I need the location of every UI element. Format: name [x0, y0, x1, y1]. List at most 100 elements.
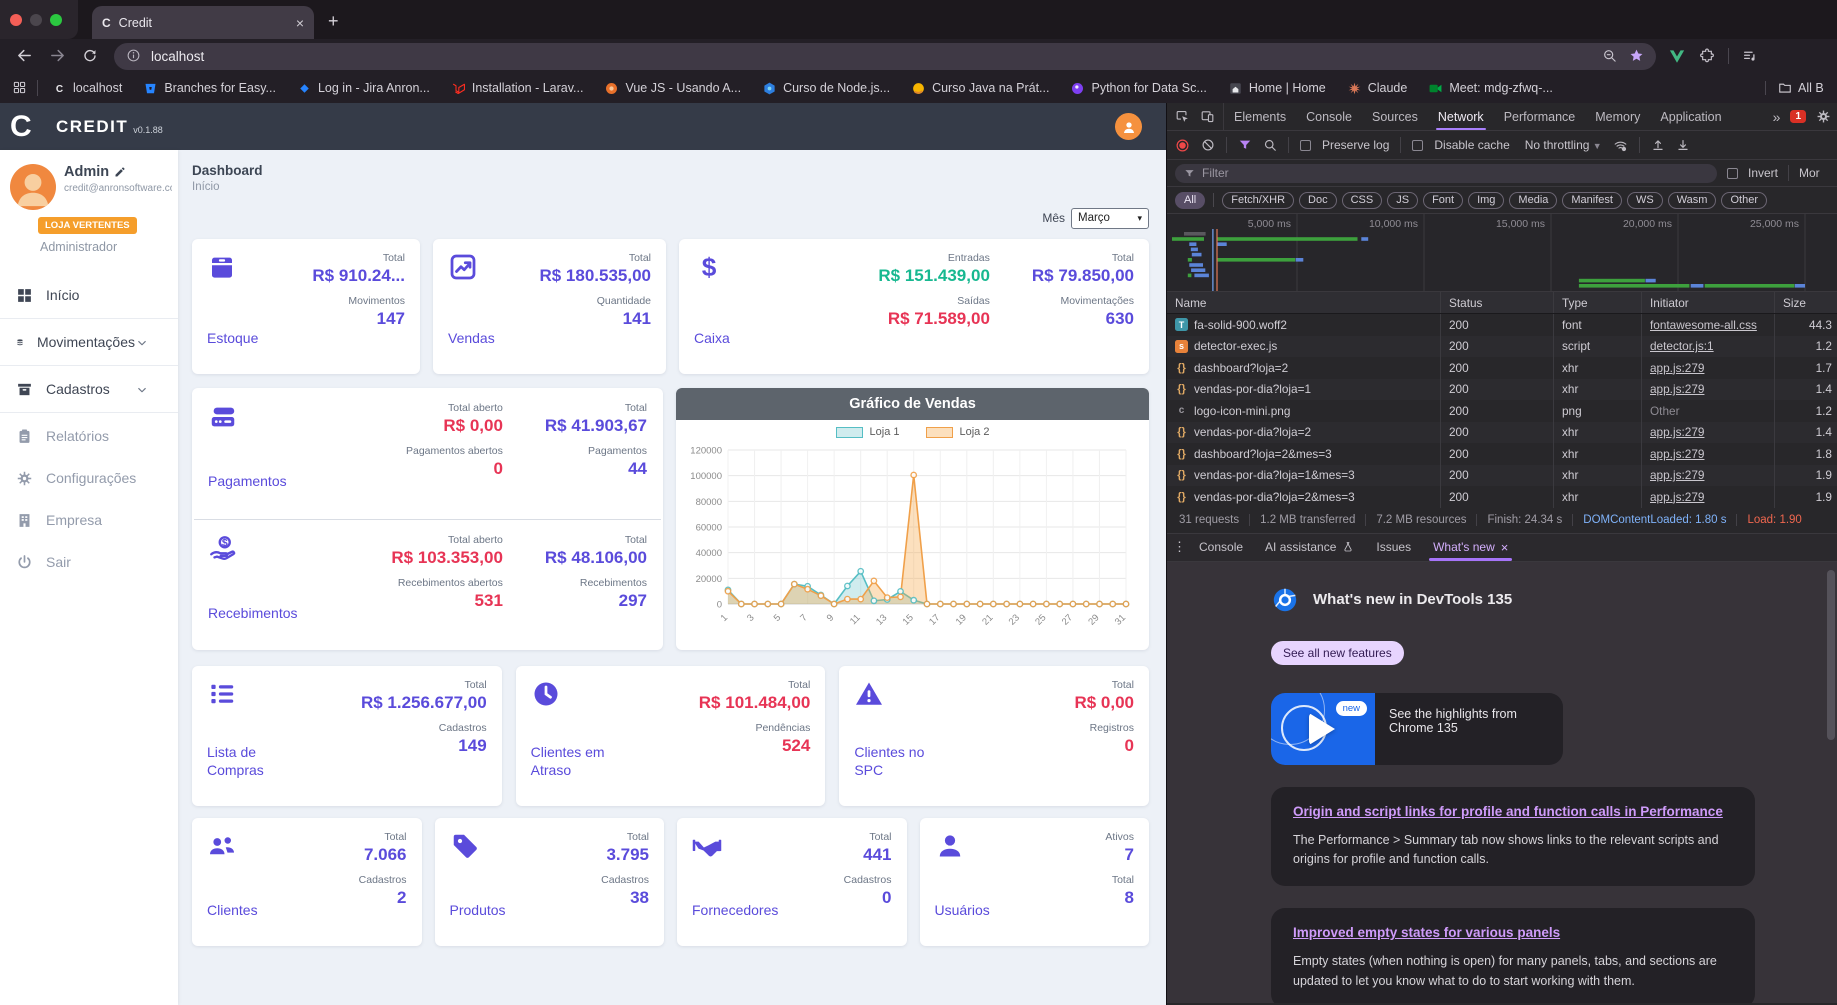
request-initiator[interactable]: app.js:279	[1650, 425, 1704, 439]
request-initiator[interactable]: app.js:279	[1650, 468, 1704, 482]
card-caixa[interactable]: $ Caixa Entradas R$ 151.439,00 Saídas R$ 71.5…	[679, 239, 1149, 374]
request-initiator[interactable]: app.js:279	[1650, 447, 1704, 461]
more-tabs-icon[interactable]: »	[1773, 109, 1781, 125]
request-row[interactable]: {} vendas-por-dia?loja=2 200 xhr app.js:279 1…	[1167, 421, 1837, 443]
clear-network-log-icon[interactable]	[1201, 138, 1215, 153]
sidebar-item-movimentacoes[interactable]: Movimentações	[0, 321, 178, 363]
bookmark-item[interactable]: Claude	[1347, 81, 1407, 96]
scrollbar-thumb[interactable]	[1827, 569, 1835, 740]
drawer-tab-console[interactable]: Console	[1189, 534, 1253, 561]
more-filters-label[interactable]: Mor	[1799, 166, 1829, 180]
card-pagamentos[interactable]: Pagamentos Total aberto R$ 0,00 Pagamentos …	[192, 388, 663, 519]
bookmark-item[interactable]: Clocalhost	[52, 81, 122, 96]
card-fornecedores[interactable]: Fornecedores Total 441 Cadastros 0	[677, 818, 907, 946]
chip-js[interactable]: JS	[1387, 191, 1419, 209]
section-heading-link[interactable]: Origin and script links for profile and …	[1293, 804, 1733, 819]
devtools-tab-performance[interactable]: Performance	[1494, 103, 1586, 130]
bookmark-star-icon[interactable]	[1629, 47, 1644, 65]
request-initiator[interactable]: fontawesome-all.css	[1650, 318, 1757, 332]
device-toolbar-icon[interactable]	[1200, 109, 1215, 124]
forward-icon[interactable]	[49, 47, 66, 65]
chip-doc[interactable]: Doc	[1299, 191, 1337, 209]
back-icon[interactable]	[16, 47, 33, 65]
card-clientes-no-spc[interactable]: Clientes no SPC Total R$ 0,00 Registros 0	[839, 666, 1149, 806]
reload-icon[interactable]	[82, 47, 98, 65]
sidebar-item-relatorios[interactable]: Relatórios	[0, 415, 178, 457]
error-badge[interactable]: 1	[1790, 110, 1806, 123]
section-heading-link[interactable]: Improved empty states for various panels	[1293, 925, 1733, 940]
card-clientes[interactable]: Clientes Total 7.066 Cadastros 2	[192, 818, 422, 946]
devtools-tab-console[interactable]: Console	[1296, 103, 1362, 130]
card-produtos[interactable]: Produtos Total 3.795 Cadastros 38	[434, 818, 664, 946]
chip-ws[interactable]: WS	[1626, 191, 1663, 209]
request-row[interactable]: {} dashboard?loja=2&mes=3 200 xhr app.js:279…	[1167, 443, 1837, 465]
highlight-video-card[interactable]: new See the highlights from Chrome 135	[1271, 692, 1563, 765]
devtools-settings-icon[interactable]	[1816, 109, 1831, 124]
devtools-tab-memory[interactable]: Memory	[1585, 103, 1650, 130]
apps-grid-icon[interactable]	[12, 79, 27, 97]
tab-close-icon[interactable]: ×	[296, 15, 304, 31]
export-har-icon[interactable]	[1676, 138, 1690, 153]
card-vendas[interactable]: Vendas Total R$ 180.535,00 Quantidade 141	[433, 239, 666, 374]
search-network-icon[interactable]	[1263, 138, 1277, 153]
sidebar-item-configuracoes[interactable]: Configurações	[0, 457, 178, 499]
bookmark-item[interactable]: Curso de Node.js...	[762, 81, 890, 96]
throttling-select[interactable]: No throttling ▼	[1525, 138, 1602, 152]
bookmark-item[interactable]: Meet: mdg-zfwq-...	[1428, 81, 1553, 96]
url-bar[interactable]: localhost	[114, 42, 1656, 70]
header-avatar[interactable]	[1115, 113, 1142, 140]
legend-item[interactable]: Loja 1	[835, 426, 900, 438]
see-all-features-button[interactable]: See all new features	[1271, 640, 1404, 665]
devtools-tab-elements[interactable]: Elements	[1224, 103, 1296, 130]
request-initiator[interactable]: detector.js:1	[1650, 339, 1714, 353]
column-header-status[interactable]: Status	[1441, 292, 1554, 313]
chip-css[interactable]: CSS	[1341, 191, 1383, 209]
close-window-button[interactable]	[10, 13, 22, 26]
sidebar-item-empresa[interactable]: Empresa	[0, 499, 178, 541]
browser-tab[interactable]: C Credit ×	[92, 6, 314, 39]
request-row[interactable]: s detector-exec.js 200 script detector.js:1 1…	[1167, 335, 1837, 357]
all-bookmarks-button[interactable]: All B	[1765, 80, 1837, 96]
column-header-type[interactable]: Type	[1554, 292, 1642, 313]
drawer-menu-icon[interactable]: ⋮	[1173, 539, 1187, 555]
chip-manifest[interactable]: Manifest	[1562, 191, 1622, 209]
request-row[interactable]: Tfa-solid-900.woff2 200 font fontawesome-al…	[1167, 314, 1837, 336]
column-header-name[interactable]: Name	[1167, 292, 1441, 313]
chip-other[interactable]: Other	[1721, 191, 1767, 209]
minimize-window-button[interactable]	[30, 13, 42, 26]
request-row[interactable]: {} vendas-por-dia?loja=1&mes=3 200 xhr app.j…	[1167, 464, 1837, 486]
video-thumbnail[interactable]: new	[1271, 692, 1375, 765]
bookmark-item[interactable]: Vue JS - Usando A...	[604, 81, 741, 96]
import-har-icon[interactable]	[1651, 138, 1665, 153]
bookmark-item[interactable]: Installation - Larav...	[451, 81, 583, 96]
chip-img[interactable]: Img	[1468, 191, 1505, 209]
sidebar-item-cadastros[interactable]: Cadastros	[0, 368, 178, 410]
card-estoque[interactable]: Estoque Total R$ 910.24... Movimentos 147	[192, 239, 420, 374]
chip-fetchxhr[interactable]: Fetch/XHR	[1222, 191, 1295, 209]
devtools-tab-sources[interactable]: Sources	[1362, 103, 1428, 130]
preserve-log-checkbox[interactable]	[1300, 139, 1311, 151]
sidebar-item-inicio[interactable]: Início	[0, 274, 178, 316]
disable-cache-checkbox[interactable]	[1412, 139, 1424, 151]
close-icon[interactable]: ×	[1501, 540, 1509, 555]
site-info-icon[interactable]	[126, 47, 141, 65]
chip-wasm[interactable]: Wasm	[1667, 191, 1717, 209]
request-initiator[interactable]: app.js:279	[1650, 382, 1704, 396]
column-header-size[interactable]: Size	[1775, 292, 1837, 313]
network-overview-timeline[interactable]: 5,000 ms 10,000 ms 15,000 ms 20,000 ms 25,00…	[1167, 214, 1837, 292]
filter-icon[interactable]	[1238, 138, 1252, 153]
drawer-tab-aiassistance[interactable]: AI assistance	[1255, 534, 1364, 561]
network-conditions-icon[interactable]	[1613, 137, 1628, 152]
record-network-log-icon[interactable]	[1175, 137, 1190, 152]
bookmark-item[interactable]: Home | Home	[1228, 81, 1326, 96]
request-row[interactable]: c logo-icon-mini.png 200 png Other 1.2	[1167, 400, 1837, 422]
card-recebimentos[interactable]: $ Recebimentos Total aberto R$ 103.353,00 Re…	[192, 520, 663, 651]
request-row[interactable]: {} vendas-por-dia?loja=1 200 xhr app.js:279 1…	[1167, 378, 1837, 400]
chip-all[interactable]: All	[1175, 191, 1206, 209]
card-lista-de-compras[interactable]: Lista de Compras Total R$ 1.256.677,00 Cada…	[192, 666, 502, 806]
card-usua-rios[interactable]: Usuários Ativos 7 Total 8	[919, 818, 1149, 946]
chip-media[interactable]: Media	[1509, 191, 1558, 209]
table-header[interactable]: Name Status Type Initiator Size	[1167, 292, 1837, 314]
bookmark-item[interactable]: Log in - Jira Anron...	[297, 81, 430, 96]
zoom-icon[interactable]	[1602, 47, 1617, 65]
